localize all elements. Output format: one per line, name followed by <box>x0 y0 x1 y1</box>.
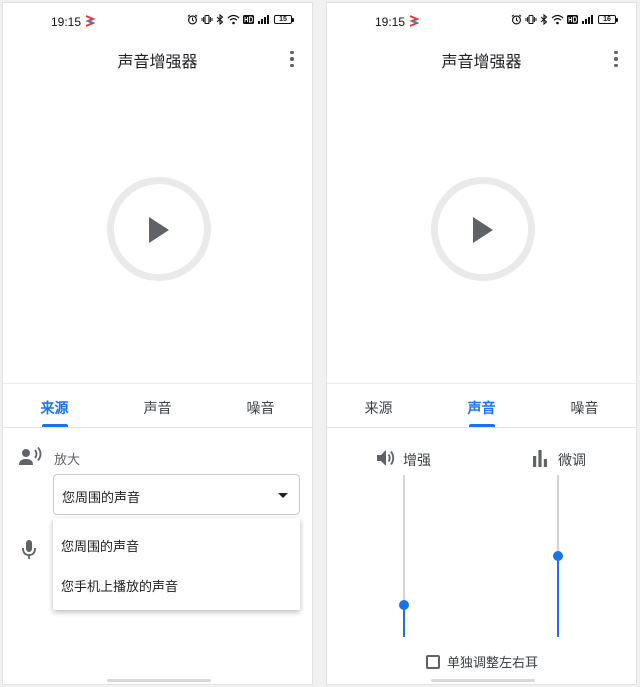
volume-up-icon <box>377 450 395 466</box>
status-icons: 16 <box>511 14 618 25</box>
status-bar: 19:15 15 <box>3 3 312 39</box>
fine-tune-slider-fill <box>557 556 559 637</box>
source-select-value: 您周围的声音 <box>62 491 141 506</box>
status-time: 19:15 <box>51 15 82 29</box>
status-bar: 19:15 16 <box>327 3 636 39</box>
play-button[interactable] <box>431 177 535 281</box>
tab-sound[interactable]: 声音 <box>430 384 533 427</box>
battery-level: 16 <box>598 15 616 24</box>
wifi-icon <box>227 14 240 25</box>
more-vert-icon <box>290 50 294 55</box>
screen-source: 19:15 15 声音增强器 来源 声音 噪音 放大 您周围的声音 您周围的声音… <box>2 2 313 685</box>
boost-slider-thumb[interactable] <box>399 599 409 610</box>
separate-ears-checkbox[interactable] <box>426 654 440 669</box>
separate-ears-label: 单独调整左右耳 <box>447 656 539 671</box>
tab-bar: 来源 声音 噪音 <box>327 383 636 428</box>
app-title: 声音增强器 <box>117 52 198 71</box>
app-bar: 声音增强器 <box>327 39 636 79</box>
bluetooth-icon <box>216 14 224 25</box>
equalizer-icon <box>533 450 547 467</box>
tab-source[interactable]: 来源 <box>3 384 106 427</box>
app-notification-icon <box>85 15 95 27</box>
alarm-icon <box>187 14 198 25</box>
dropdown-arrow-icon <box>278 493 288 498</box>
tab-source[interactable]: 来源 <box>327 384 430 427</box>
microphone-icon <box>22 540 36 559</box>
home-indicator[interactable] <box>431 679 535 682</box>
tab-noise[interactable]: 噪音 <box>209 384 312 427</box>
hd-icon <box>567 15 578 24</box>
more-vert-icon <box>614 50 618 55</box>
app-title: 声音增强器 <box>441 52 522 71</box>
source-dropdown-menu: 您周围的声音 您手机上播放的声音 <box>53 518 300 610</box>
screen-sound: 19:15 16 声音增强器 来源 声音 噪音 增强 微调 单独调整左右耳 <box>326 2 637 685</box>
status-time: 19:15 <box>375 15 406 29</box>
tab-noise[interactable]: 噪音 <box>533 384 636 427</box>
source-option-phone-playback[interactable]: 您手机上播放的声音 <box>53 564 300 604</box>
more-options-button[interactable] <box>604 45 628 73</box>
voice-amplify-icon <box>19 447 42 465</box>
vibrate-icon <box>525 14 537 25</box>
fine-tune-slider[interactable] <box>553 475 563 637</box>
status-icons: 15 <box>187 14 294 25</box>
tab-sound[interactable]: 声音 <box>106 384 209 427</box>
home-indicator[interactable] <box>107 679 211 682</box>
battery-level: 15 <box>274 15 292 24</box>
play-icon <box>473 217 493 243</box>
more-options-button[interactable] <box>280 45 304 73</box>
battery-icon: 16 <box>598 15 618 24</box>
boost-label: 增强 <box>403 453 431 469</box>
play-button[interactable] <box>107 177 211 281</box>
battery-icon: 15 <box>274 15 294 24</box>
app-notification-icon <box>409 15 419 27</box>
fine-tune-label: 微调 <box>558 453 586 469</box>
signal-icon <box>258 15 269 24</box>
tab-bar: 来源 声音 噪音 <box>3 383 312 428</box>
source-select[interactable]: 您周围的声音 <box>53 474 300 515</box>
app-bar: 声音增强器 <box>3 39 312 79</box>
play-icon <box>149 217 169 243</box>
boost-slider[interactable] <box>399 475 409 637</box>
source-option-surroundings[interactable]: 您周围的声音 <box>53 524 300 564</box>
fine-tune-slider-thumb[interactable] <box>553 551 563 561</box>
vibrate-icon <box>201 14 213 25</box>
separate-ears-toggle[interactable]: 单独调整左右耳 <box>426 652 538 671</box>
alarm-icon <box>511 14 522 25</box>
bluetooth-icon <box>540 14 548 25</box>
signal-icon <box>582 15 593 24</box>
wifi-icon <box>551 14 564 25</box>
hd-icon <box>243 15 254 24</box>
amplify-label: 放大 <box>54 453 81 468</box>
